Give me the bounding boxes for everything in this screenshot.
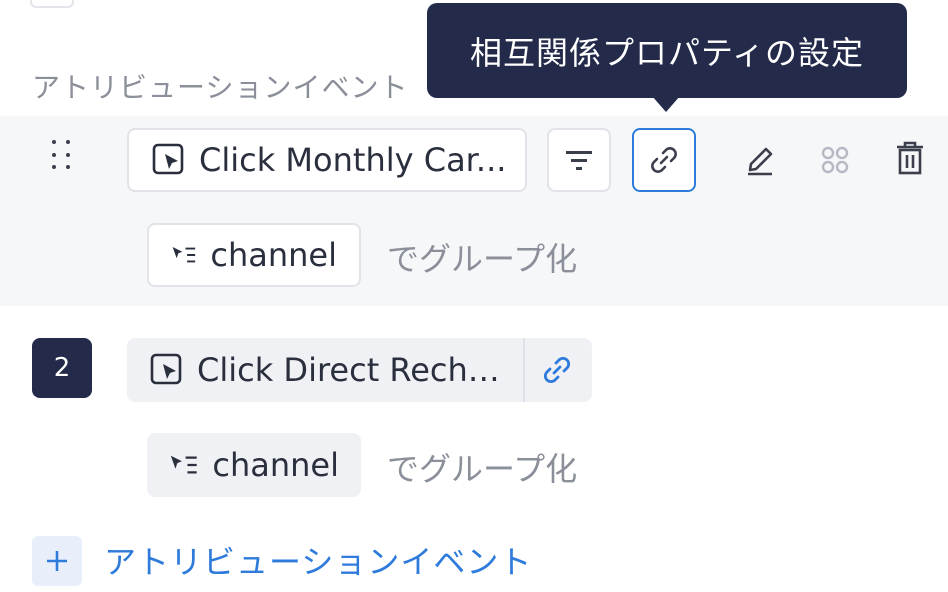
event-index-badge: 2 (32, 338, 92, 398)
cursor-square-icon (152, 143, 184, 175)
group-property-chip-1[interactable]: channel (147, 223, 361, 287)
group-by-icon (170, 455, 197, 474)
event-chip-1[interactable]: Click Monthly Car... (127, 128, 527, 192)
trash-icon[interactable] (886, 134, 934, 182)
event-name-2: Click Direct Recha... (197, 351, 515, 389)
group-property-2: channel (212, 446, 339, 484)
group-by-icon (172, 246, 196, 263)
previous-item-edge (30, 0, 74, 8)
group-suffix-2: でグループ化 (387, 450, 578, 488)
group-property-1: channel (210, 236, 337, 274)
add-event-link[interactable]: アトリビューションイベント (104, 537, 532, 583)
group-suffix-1: でグループ化 (387, 240, 578, 278)
link-button-2[interactable] (525, 338, 589, 402)
event-name-1: Click Monthly Car... (199, 141, 507, 179)
event-chip-2[interactable]: Click Direct Recha... (127, 338, 592, 402)
tooltip-arrow (652, 96, 680, 112)
four-dots-icon[interactable] (811, 136, 859, 184)
link-button[interactable] (632, 128, 696, 192)
link-icon (651, 147, 677, 173)
drag-handle-icon[interactable] (46, 140, 82, 174)
pencil-icon[interactable] (736, 136, 784, 184)
section-label: アトリビューションイベント (32, 71, 409, 104)
add-event-button[interactable] (32, 536, 82, 586)
link-icon (543, 356, 571, 384)
filter-button[interactable] (547, 128, 611, 192)
filter-icon (566, 151, 592, 170)
tooltip: 相互関係プロパティの設定 (427, 3, 907, 98)
group-property-chip-2[interactable]: channel (147, 433, 361, 497)
plus-icon (47, 551, 67, 571)
cursor-square-icon (150, 353, 182, 385)
